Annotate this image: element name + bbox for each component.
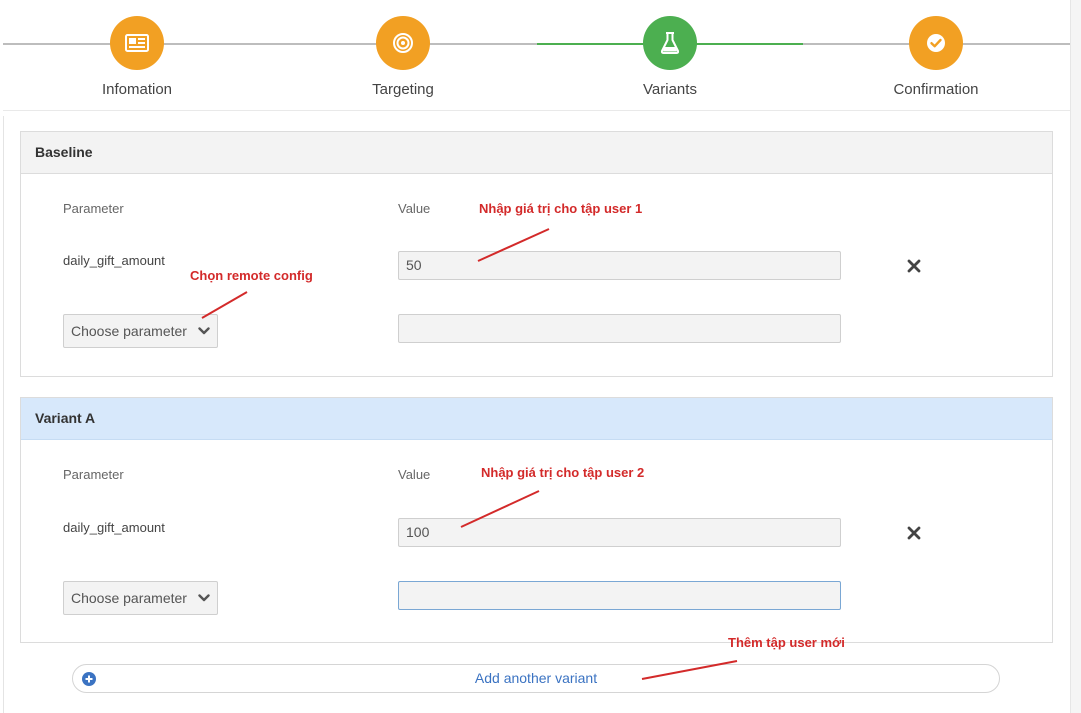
parameter-name: daily_gift_amount — [63, 253, 165, 268]
choose-parameter-dropdown[interactable]: Choose parameter — [63, 581, 218, 615]
baseline-value-input[interactable]: 50 — [398, 251, 841, 280]
close-icon — [907, 259, 921, 273]
plus-circle-icon — [82, 672, 96, 686]
step-label: Variants — [643, 81, 697, 98]
chevron-down-icon — [198, 594, 210, 602]
annotation-remote-config: Chọn remote config — [190, 268, 313, 283]
progress-stepper: Infomation Targeting Variants Confirmati… — [3, 0, 1070, 111]
add-variant-label: Add another variant — [474, 670, 598, 686]
target-icon — [376, 16, 430, 70]
step-label: Confirmation — [893, 81, 979, 98]
baseline-new-value-input[interactable] — [398, 314, 841, 343]
variant-a-value-input[interactable]: 100 — [398, 518, 841, 547]
annotation-new-user-set: Thêm tập user mới — [728, 635, 845, 650]
choose-parameter-dropdown[interactable]: Choose parameter — [63, 314, 218, 348]
annotation-user2: Nhập giá trị cho tập user 2 — [481, 465, 645, 480]
remove-parameter-button[interactable] — [907, 259, 921, 273]
step-targeting[interactable]: Targeting — [303, 16, 503, 98]
step-information[interactable]: Infomation — [37, 16, 237, 98]
chevron-down-icon — [198, 327, 210, 335]
step-confirmation[interactable]: Confirmation — [836, 16, 1036, 98]
dropdown-label: Choose parameter — [71, 323, 187, 339]
annotation-user1: Nhập giá trị cho tập user 1 — [479, 201, 643, 216]
parameter-name: daily_gift_amount — [63, 520, 165, 535]
step-label: Targeting — [372, 81, 434, 98]
step-label: Infomation — [101, 81, 173, 98]
value-column-header: Value — [398, 201, 431, 216]
parameter-column-header: Parameter — [63, 201, 124, 216]
baseline-title: Baseline — [21, 132, 1052, 174]
variant-a-new-value-input[interactable] — [398, 581, 841, 610]
newspaper-icon — [110, 16, 164, 70]
check-circle-icon — [909, 16, 963, 70]
page-scroll-edge — [1070, 0, 1081, 713]
add-another-variant-button[interactable]: Add another variant — [72, 664, 1000, 693]
value-column-header: Value — [398, 467, 431, 482]
remove-parameter-button[interactable] — [907, 526, 921, 540]
dropdown-label: Choose parameter — [71, 590, 187, 606]
flask-icon — [643, 16, 697, 70]
variant-a-title: Variant A — [21, 398, 1052, 440]
close-icon — [907, 526, 921, 540]
parameter-column-header: Parameter — [63, 467, 124, 482]
step-variants[interactable]: Variants — [570, 16, 770, 98]
